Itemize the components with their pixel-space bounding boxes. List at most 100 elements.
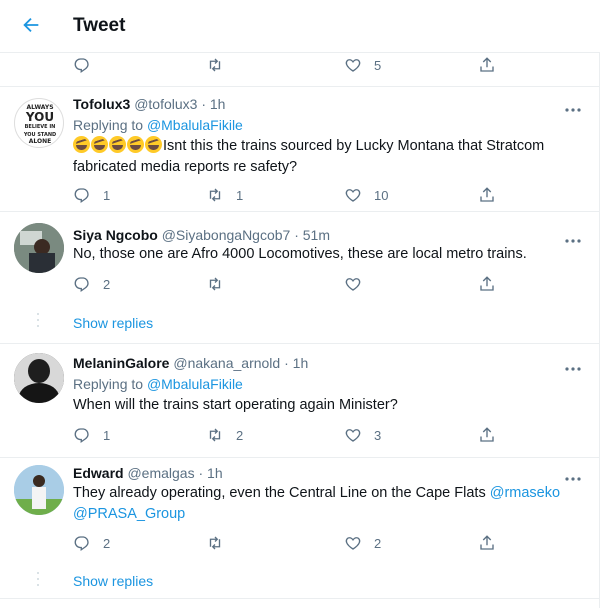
avatar-text-2: YOU — [25, 110, 54, 124]
heart-icon — [345, 189, 361, 202]
avatar[interactable] — [14, 465, 64, 515]
heart-icon — [345, 278, 361, 291]
retweet-count: 1 — [236, 187, 244, 203]
handle[interactable]: @nakana_arnold — [173, 355, 280, 371]
header: Tweet — [0, 0, 600, 53]
display-name[interactable]: Tofolux3 — [73, 96, 130, 112]
scrollbar[interactable] — [604, 580, 612, 608]
heart-icon — [345, 59, 361, 72]
show-replies-link[interactable]: Show replies — [73, 315, 153, 331]
more-options-icon[interactable] — [563, 231, 583, 243]
reply-tweet-siya-ngcobo[interactable]: Siya Ngcobo @SiyabongaNgcob7 · 51m No, t… — [0, 211, 600, 343]
retweet-button[interactable]: 1 — [206, 184, 243, 206]
tweet-header: Tofolux3 @tofolux3 · 1h — [73, 96, 225, 112]
replying-to: Replying to @MbalulaFikile — [73, 376, 243, 392]
tweet-text: No, those one are Afro 4000 Locomotives,… — [73, 246, 527, 262]
handle[interactable]: @emalgas — [127, 465, 194, 481]
retweet-button[interactable] — [206, 273, 224, 295]
tweet-text-content: They already operating, even the Central… — [73, 485, 490, 501]
reply-button[interactable]: 1 — [73, 184, 110, 206]
avatar[interactable] — [14, 223, 64, 273]
reply-button[interactable] — [73, 54, 91, 76]
retweet-button[interactable]: 2 — [206, 424, 243, 446]
reply-icon — [74, 536, 89, 552]
share-button[interactable] — [478, 54, 496, 76]
show-replies-link[interactable]: Show replies — [73, 573, 153, 589]
share-icon — [480, 187, 494, 202]
display-name[interactable]: Edward — [73, 465, 124, 481]
display-name[interactable]: Siya Ngcobo — [73, 227, 158, 243]
like-count: 2 — [374, 535, 382, 551]
tweet-header: MelaninGalore @nakana_arnold · 1h — [73, 355, 308, 371]
tweet-text: Isnt this the trains sourced by Lucky Mo… — [73, 136, 573, 178]
reply-count: 1 — [103, 187, 111, 203]
thread-connector-dots — [37, 572, 40, 590]
share-button[interactable] — [478, 273, 496, 295]
reply-button[interactable]: 2 — [73, 532, 110, 554]
like-count: 5 — [374, 57, 382, 73]
like-count: 3 — [374, 427, 382, 443]
like-button[interactable]: 5 — [344, 54, 381, 76]
page-title: Tweet — [73, 15, 126, 36]
reply-count: 2 — [103, 276, 111, 292]
avatar-text-3: BELIEVE IN — [25, 124, 56, 130]
mention-link-rmaseko[interactable]: @rmaseko — [490, 485, 560, 501]
timestamp[interactable]: · 1h — [199, 465, 223, 481]
tweet-text: They already operating, even the Central… — [73, 483, 573, 525]
avatar[interactable] — [14, 353, 64, 403]
timestamp[interactable]: · 51m — [294, 227, 330, 243]
tweet-actions: 1 1 10 — [73, 184, 503, 206]
retweet-icon — [209, 277, 221, 291]
retweet-icon — [209, 58, 221, 72]
share-icon — [480, 57, 494, 72]
like-button[interactable]: 2 — [344, 532, 381, 554]
heart-icon — [345, 537, 361, 550]
mention-link[interactable]: @MbalulaFikile — [147, 376, 243, 392]
timestamp[interactable]: · 1h — [201, 96, 225, 112]
like-button[interactable] — [344, 273, 362, 295]
like-button[interactable]: 10 — [344, 184, 388, 206]
reply-tweet-tofolux3[interactable]: ALWAYS YOU BELIEVE IN YOU STAND ALONE To… — [0, 86, 600, 211]
handle[interactable]: @SiyabongaNgcob7 — [162, 227, 291, 243]
display-name[interactable]: MelaninGalore — [73, 355, 169, 371]
retweet-icon — [209, 428, 221, 442]
tweet-header: Edward @emalgas · 1h — [73, 465, 223, 481]
tweet-text: When will the trains start operating aga… — [73, 397, 398, 413]
tweet-actions: 1 2 3 — [73, 424, 503, 446]
more-options-icon[interactable] — [563, 359, 583, 371]
thread-connector-dots — [37, 313, 40, 331]
reply-icon — [74, 188, 89, 204]
more-options-icon[interactable] — [563, 469, 583, 481]
like-button[interactable]: 3 — [344, 424, 381, 446]
reply-tweet-edward[interactable]: Edward @emalgas · 1h They already operat… — [0, 457, 600, 608]
replying-prefix: Replying to — [73, 376, 147, 392]
replying-prefix: Replying to — [73, 117, 147, 133]
reply-button[interactable]: 1 — [73, 424, 110, 446]
share-button[interactable] — [478, 532, 496, 554]
reply-button[interactable]: 2 — [73, 273, 110, 295]
reply-icon — [74, 58, 89, 74]
timestamp[interactable]: · 1h — [284, 355, 308, 371]
more-options-icon[interactable] — [563, 100, 583, 112]
retweet-button[interactable] — [206, 532, 224, 554]
reply-count: 1 — [103, 427, 111, 443]
retweet-icon — [209, 188, 221, 202]
divider — [0, 598, 600, 599]
retweet-button[interactable] — [206, 54, 224, 76]
share-button[interactable] — [478, 424, 496, 446]
tweet-actions: 2 — [73, 273, 503, 295]
mention-link[interactable]: @MbalulaFikile — [147, 117, 243, 133]
share-icon — [480, 535, 494, 550]
share-button[interactable] — [478, 184, 496, 206]
retweet-count: 2 — [236, 427, 244, 443]
tweet-actions: 2 2 — [73, 532, 503, 554]
mention-link-prasa[interactable]: @PRASA_Group — [73, 506, 185, 522]
handle[interactable]: @tofolux3 — [134, 96, 197, 112]
retweet-icon — [209, 536, 221, 550]
avatar[interactable]: ALWAYS YOU BELIEVE IN YOU STAND ALONE — [14, 98, 64, 148]
share-icon — [480, 427, 494, 442]
reply-tweet-melaningalore[interactable]: MelaninGalore @nakana_arnold · 1h Replyi… — [0, 343, 600, 457]
heart-icon — [345, 429, 361, 442]
back-arrow-icon[interactable] — [20, 14, 42, 36]
rofl-emoji-icon — [73, 136, 163, 154]
